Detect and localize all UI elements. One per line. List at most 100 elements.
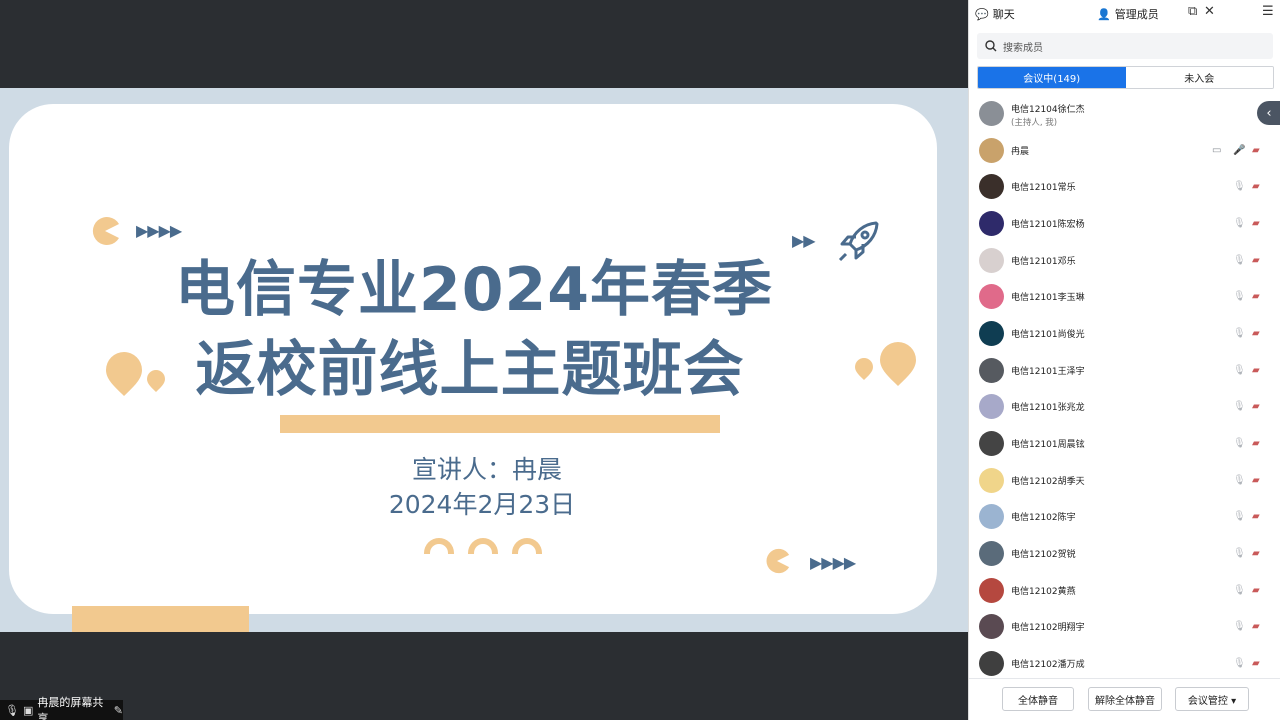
member-name: 电信12101常乐: [1011, 183, 1076, 194]
mic-off-icon[interactable]: 🎙: [1233, 255, 1246, 266]
avatar: [979, 431, 1004, 457]
mic-off-icon[interactable]: 🎙: [1233, 585, 1246, 596]
camera-off-icon[interactable]: ▰: [1252, 291, 1260, 302]
collapse-panel-button[interactable]: ‹: [1257, 101, 1280, 125]
member-role: (主持人, 我): [1011, 118, 1058, 128]
mic-off-icon[interactable]: 🎙: [1233, 181, 1246, 192]
avatar: [979, 137, 1004, 163]
tab-chat-label: 聊天: [992, 8, 1015, 21]
member-name: 电信12102明翔宇: [1011, 623, 1085, 634]
camera-off-icon[interactable]: ▰: [1252, 438, 1260, 449]
avatar: [979, 174, 1004, 200]
dots-decoration: [424, 538, 556, 558]
member-row[interactable]: 电信12102胡季天 🎙 ▰: [969, 462, 1280, 499]
camera-off-icon[interactable]: ▰: [1252, 475, 1260, 486]
camera-off-icon[interactable]: ▰: [1252, 658, 1260, 669]
mute-all-button[interactable]: 全体静音: [1002, 687, 1074, 711]
search-icon: [985, 40, 997, 52]
mic-off-icon[interactable]: 🎙: [1233, 511, 1246, 522]
member-name: 电信12101张兆龙: [1011, 403, 1085, 414]
chat-icon: 💬: [975, 7, 989, 21]
popout-icon[interactable]: ⧉: [1188, 4, 1197, 19]
mic-off-icon[interactable]: 🎙: [1233, 658, 1246, 669]
mic-off-icon[interactable]: 🎙: [1233, 328, 1246, 339]
member-row[interactable]: 电信12102陈宇 🎙 ▰: [969, 499, 1280, 536]
mic-off-icon[interactable]: 🎙: [1233, 365, 1246, 376]
avatar: [979, 394, 1004, 420]
member-row[interactable]: 电信12101王泽宇 🎙 ▰: [969, 352, 1280, 389]
close-icon[interactable]: ✕: [1204, 4, 1215, 19]
mic-off-icon[interactable]: 🎤: [1233, 145, 1245, 156]
camera-off-icon[interactable]: ▰: [1252, 328, 1260, 339]
member-row[interactable]: 电信12101邓乐 🎙 ▰: [969, 242, 1280, 279]
member-row[interactable]: 电信12102贺锐 🎙 ▰: [969, 535, 1280, 572]
bottom-decoration-block: [72, 606, 249, 632]
avatar: [979, 247, 1004, 273]
unmute-all-button[interactable]: 解除全体静音: [1088, 687, 1162, 711]
member-row[interactable]: 电信12102明翔宇 🎙 ▰: [969, 609, 1280, 646]
camera-off-icon[interactable]: ▰: [1252, 585, 1260, 596]
member-name: 电信12101尚俊光: [1011, 329, 1085, 340]
avatar: [979, 467, 1004, 493]
camera-off-icon[interactable]: ▰: [1252, 511, 1260, 522]
member-name: 电信12102陈宇: [1011, 513, 1076, 524]
tab-chat[interactable]: 💬 聊天: [975, 6, 1015, 22]
members-panel: 💬 聊天 👤 管理成员 ⧉ ✕ ☰ 搜索成员 会议中(149) 未入会 电信12…: [968, 0, 1280, 720]
member-row[interactable]: 电信12101常乐 🎙 ▰: [969, 168, 1280, 205]
avatar: [979, 100, 1004, 126]
member-row[interactable]: 电信12101李玉琳 🎙 ▰: [969, 278, 1280, 315]
member-row[interactable]: 电信12101尚俊光 🎙 ▰: [969, 315, 1280, 352]
search-placeholder: 搜索成员: [1003, 42, 1043, 54]
slide-title-line1: 电信专业2024年春季: [175, 255, 773, 325]
screen-share-icon: ▣: [22, 703, 34, 717]
avatar: [979, 357, 1004, 383]
tab-members[interactable]: 👤 管理成员: [1097, 6, 1159, 22]
arrow-decoration: ▶▶▶▶: [810, 553, 856, 572]
mic-off-icon[interactable]: 🎙: [1233, 218, 1246, 229]
slide-title-line2: 返校前线上主题班会: [195, 335, 745, 405]
member-name: 电信12101周晨铉: [1011, 440, 1085, 451]
pacman-decoration: [92, 217, 119, 245]
slide-date: 2024年2月23日: [388, 490, 576, 519]
member-row[interactable]: 电信12101陈宏杨 🎙 ▰: [969, 205, 1280, 242]
member-row[interactable]: 电信12101张兆龙 🎙 ▰: [969, 389, 1280, 426]
camera-off-icon[interactable]: ▰: [1252, 218, 1260, 229]
speaker-label: 宣讲人：冉晨: [411, 455, 562, 484]
camera-off-icon[interactable]: ▰: [1252, 255, 1260, 266]
meeting-control-button[interactable]: 会议管控 ▾: [1175, 687, 1249, 711]
mic-off-icon[interactable]: 🎙: [1233, 291, 1246, 302]
mic-off-icon[interactable]: 🎙: [1233, 401, 1246, 412]
member-list: 电信12104徐仁杰 (主持人, 我) 冉晨 ▭ 🎤 ▰ 电信12101常乐 🎙 ▰ 电信1210…: [969, 95, 1280, 682]
member-row[interactable]: 冉晨 ▭ 🎤 ▰: [969, 132, 1280, 169]
mic-icon: 🎙: [5, 703, 19, 717]
search-input[interactable]: 搜索成员: [977, 33, 1273, 59]
pencil-icon[interactable]: ✎: [114, 704, 123, 717]
member-name: 电信12102胡季天: [1011, 476, 1085, 487]
mic-off-icon[interactable]: 🎙: [1233, 621, 1246, 632]
member-row[interactable]: 电信12101周晨铉 🎙 ▰: [969, 425, 1280, 462]
member-row[interactable]: 电信12104徐仁杰 (主持人, 我): [969, 95, 1280, 132]
member-filter-tabs: 会议中(149) 未入会: [977, 66, 1274, 89]
member-name: 电信12101王泽宇: [1011, 366, 1085, 377]
menu-icon[interactable]: ☰: [1262, 4, 1274, 19]
camera-off-icon[interactable]: ▰: [1252, 401, 1260, 412]
camera-off-icon[interactable]: ▰: [1252, 548, 1260, 559]
member-row[interactable]: 电信12102潘万成 🎙 ▰: [969, 645, 1280, 682]
camera-off-icon[interactable]: ▰: [1252, 145, 1260, 156]
tab-not-joined[interactable]: 未入会: [1125, 67, 1273, 88]
avatar: [979, 577, 1004, 603]
person-icon: 👤: [1097, 7, 1111, 21]
member-row[interactable]: 电信12102黄燕 🎙 ▰: [969, 572, 1280, 609]
mic-off-icon[interactable]: 🎙: [1233, 438, 1246, 449]
tab-in-meeting[interactable]: 会议中(149): [978, 67, 1126, 88]
mic-off-icon[interactable]: 🎙: [1233, 475, 1246, 486]
member-name: 电信12102黄燕: [1011, 586, 1076, 597]
screen-share-indicator[interactable]: 🎙 ▣ 冉晨的屏幕共享 ✎: [0, 696, 123, 720]
camera-off-icon[interactable]: ▰: [1252, 181, 1260, 192]
avatar: [979, 320, 1004, 346]
panel-footer: 全体静音 解除全体静音 会议管控 ▾: [969, 678, 1280, 720]
mic-off-icon[interactable]: 🎙: [1233, 548, 1246, 559]
avatar: [979, 504, 1004, 530]
camera-off-icon[interactable]: ▰: [1252, 621, 1260, 632]
camera-off-icon[interactable]: ▰: [1252, 365, 1260, 376]
